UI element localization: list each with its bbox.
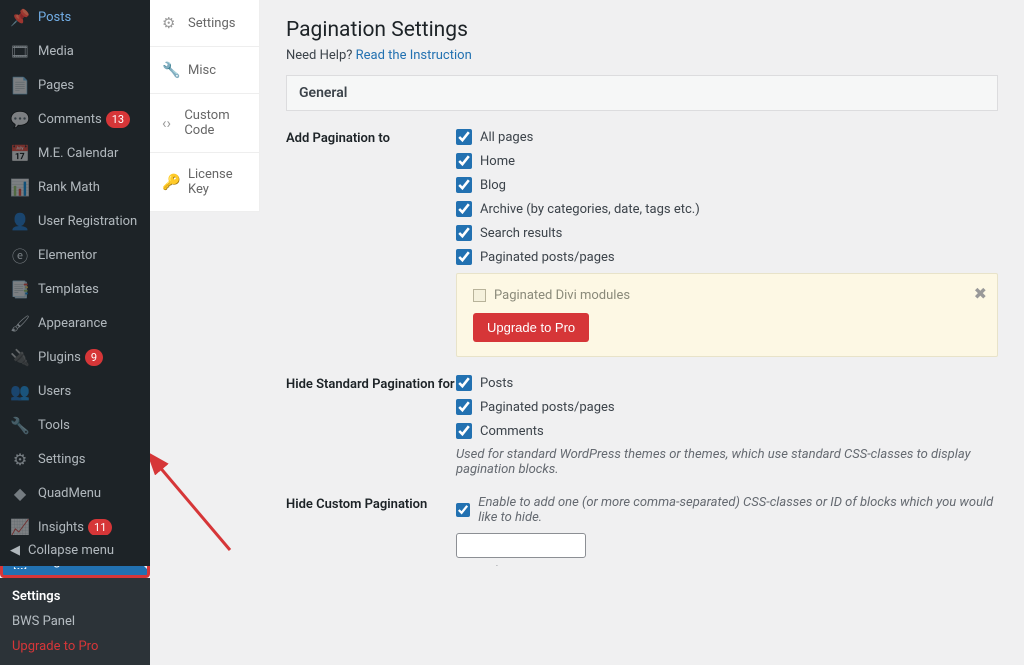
page-title: Pagination Settings xyxy=(286,18,998,42)
pro-disabled-option: Paginated Divi modules xyxy=(473,288,981,303)
tab-misc[interactable]: 🔧Misc xyxy=(150,47,259,94)
sidebar-item-pages[interactable]: 📄Pages xyxy=(0,68,150,102)
sidebar-item-elementor[interactable]: ⓔElementor xyxy=(0,238,150,272)
checkbox-hide-posts[interactable]: Posts xyxy=(456,375,998,391)
main-content: Pagination Settings Need Help? Read the … xyxy=(260,0,1024,566)
row-label-add: Add Pagination to xyxy=(286,129,456,357)
sidebar-item-settings[interactable]: ⚙Settings xyxy=(0,442,150,476)
checkbox-blog[interactable]: Blog xyxy=(456,177,998,193)
checkbox-search-results[interactable]: Search results xyxy=(456,225,998,241)
menu-icon: ⓔ xyxy=(10,245,30,265)
row-label-hide-std: Hide Standard Pagination for xyxy=(286,375,456,477)
sidebar-item-media[interactable]: 🎞Media xyxy=(0,34,150,68)
sidebar-item-plugins[interactable]: 🔌Plugins9 xyxy=(0,340,150,374)
sidebar-item-templates[interactable]: 📑Templates xyxy=(0,272,150,306)
sidebar-item-comments[interactable]: 💬Comments13 xyxy=(0,102,150,136)
submenu-bws-panel[interactable]: BWS Panel xyxy=(0,609,150,634)
submenu-settings[interactable]: Settings xyxy=(0,584,150,609)
menu-icon: 🔧 xyxy=(10,415,30,435)
tab-icon: 🔧 xyxy=(162,61,180,79)
menu-icon: 🎞 xyxy=(10,41,30,61)
sidebar-submenu: SettingsBWS PanelUpgrade to Pro xyxy=(0,578,150,665)
sidebar-item-appearance[interactable]: 🖌Appearance xyxy=(0,306,150,340)
sidebar-item-posts[interactable]: 📌Posts xyxy=(0,0,150,34)
count-badge: 9 xyxy=(85,349,103,366)
hide-custom-input[interactable] xyxy=(456,533,586,558)
count-badge: 11 xyxy=(88,519,112,536)
menu-icon: 📊 xyxy=(10,177,30,197)
collapse-icon: ◀ xyxy=(10,543,20,558)
menu-icon: 📌 xyxy=(10,7,30,27)
menu-icon: 👤 xyxy=(10,211,30,231)
tab-license-key[interactable]: 🔑License Key xyxy=(150,153,259,212)
tab-settings[interactable]: ⚙Settings xyxy=(150,0,259,47)
tab-icon: ⚙ xyxy=(162,14,180,32)
sidebar-item-tools[interactable]: 🔧Tools xyxy=(0,408,150,442)
hide-std-note: Used for standard WordPress themes or th… xyxy=(456,447,998,477)
sidebar-item-quadmenu[interactable]: ◆QuadMenu xyxy=(0,476,150,510)
checkbox-hide-paginated-posts-pages[interactable]: Paginated posts/pages xyxy=(456,399,998,415)
menu-icon: 💬 xyxy=(10,109,30,129)
row-label-hide-custom: Hide Custom Pagination xyxy=(286,495,456,566)
checkbox-hide-comments[interactable]: Comments xyxy=(456,423,998,439)
sidebar-item-rank-math[interactable]: 📊Rank Math xyxy=(0,170,150,204)
count-badge: 13 xyxy=(106,111,130,128)
checkbox-archive-by-categories-date-tags-etc-[interactable]: Archive (by categories, date, tags etc.) xyxy=(456,201,998,217)
menu-icon: 📈 xyxy=(10,517,30,537)
checkbox-all-pages[interactable]: All pages xyxy=(456,129,998,145)
checkbox-paginated-posts-pages[interactable]: Paginated posts/pages xyxy=(456,249,998,265)
admin-sidebar: 📌Posts🎞Media📄Pages💬Comments13📅M.E. Calen… xyxy=(0,0,150,566)
tab-custom-code[interactable]: ‹›Custom Code xyxy=(150,94,259,153)
collapse-menu[interactable]: ◀ Collapse menu xyxy=(0,535,150,566)
help-text: Need Help? Read the Instruction xyxy=(286,48,998,63)
sidebar-item-m-e-calendar[interactable]: 📅M.E. Calendar xyxy=(0,136,150,170)
upgrade-pro-button[interactable]: Upgrade to Pro xyxy=(473,313,589,342)
close-icon[interactable]: ✖ xyxy=(974,284,987,303)
collapse-label: Collapse menu xyxy=(28,543,114,558)
settings-tabs: ⚙Settings🔧Misc‹›Custom Code🔑License Key xyxy=(150,0,260,212)
menu-icon: 🖌 xyxy=(10,313,30,333)
checkbox-home[interactable]: Home xyxy=(456,153,998,169)
menu-icon: 🔌 xyxy=(10,347,30,367)
menu-icon: 📅 xyxy=(10,143,30,163)
menu-icon: 👥 xyxy=(10,381,30,401)
menu-icon: ◆ xyxy=(10,483,30,503)
annotation-arrow xyxy=(150,450,270,560)
sidebar-item-users[interactable]: 👥Users xyxy=(0,374,150,408)
pro-upsell-box: ✖ Paginated Divi modules Upgrade to Pro xyxy=(456,273,998,357)
menu-icon: 📑 xyxy=(10,279,30,299)
submenu-upgrade-to-pro[interactable]: Upgrade to Pro xyxy=(0,634,150,659)
help-link[interactable]: Read the Instruction xyxy=(356,48,472,63)
sidebar-item-user-registration[interactable]: 👤User Registration xyxy=(0,204,150,238)
section-general: General xyxy=(286,75,998,111)
hide-custom-checkbox[interactable]: Enable to add one (or more comma-separat… xyxy=(456,495,998,525)
tab-icon: 🔑 xyxy=(162,173,180,191)
menu-icon: ⚙ xyxy=(10,449,30,469)
menu-icon: 📄 xyxy=(10,75,30,95)
tab-icon: ‹› xyxy=(162,114,176,132)
